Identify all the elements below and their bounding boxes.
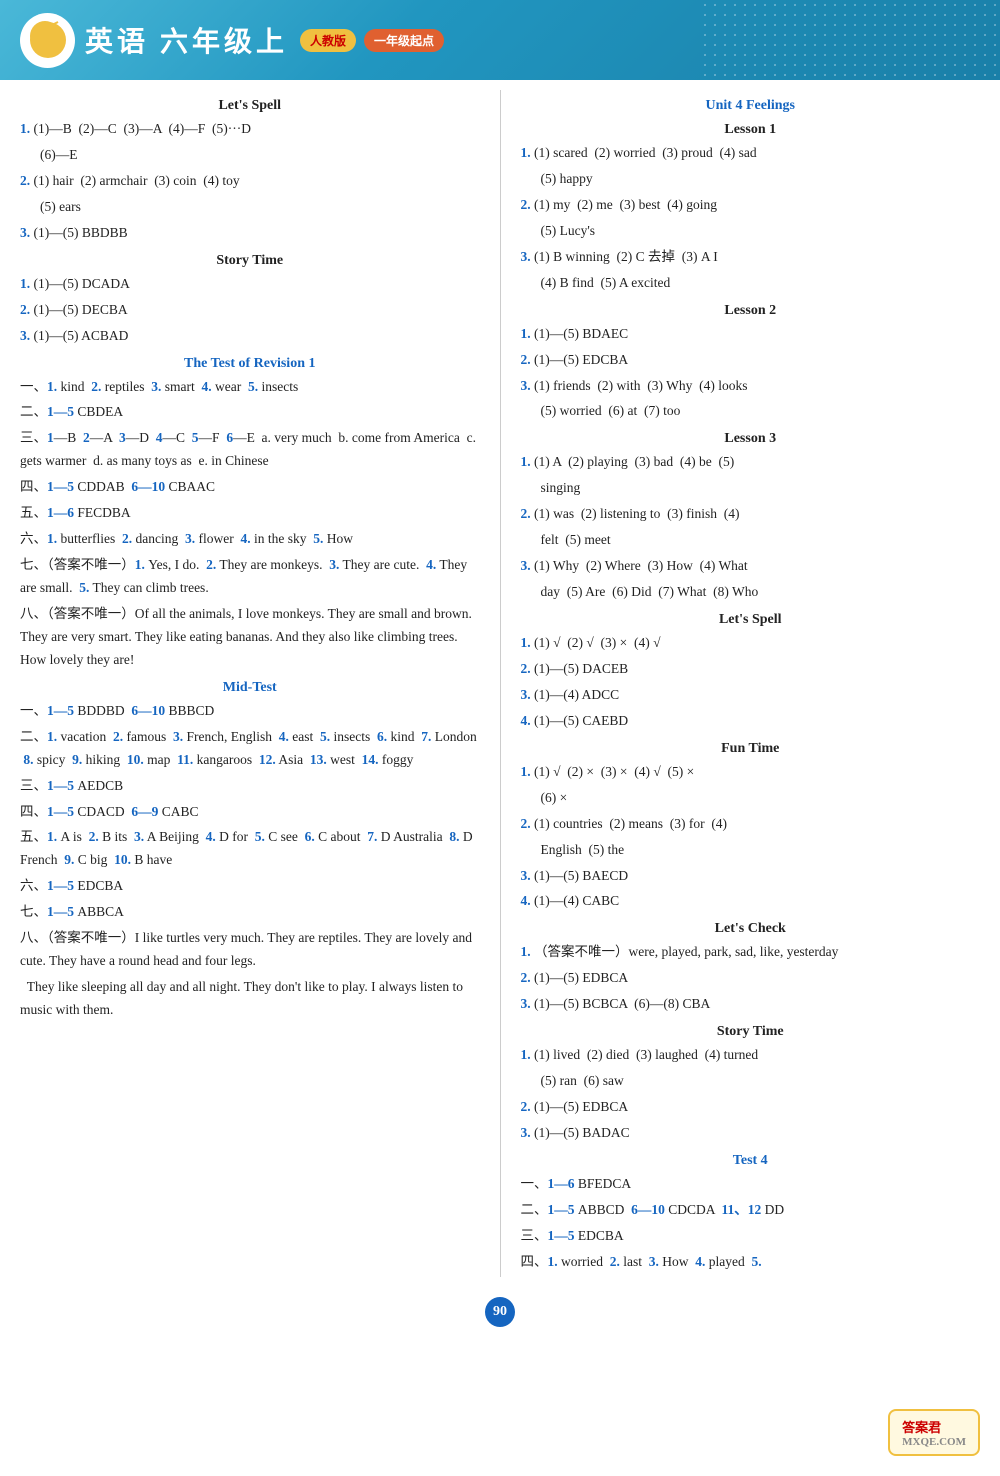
story-time-1: 1. (1)—(5) DCADA bbox=[20, 273, 480, 296]
header-badge1: 人教版 bbox=[300, 29, 356, 52]
lets-spell-2b: (5) ears bbox=[20, 196, 480, 219]
test4-4: 四、1. worried 2. last 3. How 4. played 5. bbox=[521, 1251, 981, 1274]
lesson2-3b: (5) worried (6) at (7) too bbox=[521, 400, 981, 423]
revision-4: 四、1—5 CDDAB 6—10 CBAAC bbox=[20, 476, 480, 499]
mid-test-4: 四、1—5 CDACD 6—9 CABC bbox=[20, 801, 480, 824]
mid-test-title: Mid-Test bbox=[20, 680, 480, 696]
test4-2: 二、1—5 ABBCD 6—10 CDCDA 11、12 DD bbox=[521, 1199, 981, 1222]
revision-6: 六、1. butterflies 2. dancing 3. flower 4.… bbox=[20, 528, 480, 551]
mid-test-8: 八、（答案不唯一）I like turtles very much. They … bbox=[20, 927, 480, 973]
lesson1-3b: (4) B find (5) A excited bbox=[521, 272, 981, 295]
lets-spell-2: 2. (1) hair (2) armchair (3) coin (4) to… bbox=[20, 170, 480, 193]
lesson1-title: Lesson 1 bbox=[521, 122, 981, 138]
revision-2: 二、1—5 CBDEA bbox=[20, 401, 480, 424]
story-time-2: 2. (1)—(5) DECBA bbox=[20, 299, 480, 322]
test4-title: Test 4 bbox=[521, 1153, 981, 1169]
story-time2-2: 2. (1)—(5) EDBCA bbox=[521, 1096, 981, 1119]
revision-title: The Test of Revision 1 bbox=[20, 356, 480, 372]
lets-spell-1: 1. (1)—B (2)—C (3)—A (4)—F (5)···D bbox=[20, 118, 480, 141]
fun-time-4: 4. (1)—(4) CABC bbox=[521, 890, 981, 913]
right-column: Unit 4 Feelings Lesson 1 1. (1) scared (… bbox=[501, 90, 981, 1277]
story-time2-3: 3. (1)—(5) BADAC bbox=[521, 1122, 981, 1145]
mid-test-3: 三、1—5 AEDCB bbox=[20, 775, 480, 798]
lets-spell-title: Let's Spell bbox=[20, 98, 480, 114]
lesson1-1: 1. (1) scared (2) worried (3) proud (4) … bbox=[521, 142, 981, 165]
fun-time-2b: English (5) the bbox=[521, 839, 981, 862]
lets-check-title: Let's Check bbox=[521, 921, 981, 937]
lets-check-1: 1. （答案不唯一）were, played, park, sad, like,… bbox=[521, 941, 981, 964]
lesson2-1: 1. (1)—(5) BDAEC bbox=[521, 323, 981, 346]
lesson3-1b: singing bbox=[521, 477, 981, 500]
revision-1: 一、1. kind 2. reptiles 3. smart 4. wear 5… bbox=[20, 376, 480, 399]
lets-spell-title2: Let's Spell bbox=[521, 612, 981, 628]
mid-test-1: 一、1—5 BDDBD 6—10 BBBCD bbox=[20, 700, 480, 723]
mid-test-7: 七、1—5 ABBCA bbox=[20, 901, 480, 924]
story-time-3: 3. (1)—(5) ACBAD bbox=[20, 325, 480, 348]
lesson1-2b: (5) Lucy's bbox=[521, 220, 981, 243]
fun-time-title: Fun Time bbox=[521, 741, 981, 757]
lesson3-2: 2. (1) was (2) listening to (3) finish (… bbox=[521, 503, 981, 526]
lets-check-3: 3. (1)—(5) BCBCA (6)—(8) CBA bbox=[521, 993, 981, 1016]
lesson2-2: 2. (1)—(5) EDCBA bbox=[521, 349, 981, 372]
lesson2-title: Lesson 2 bbox=[521, 303, 981, 319]
story-time-title: Story Time bbox=[20, 253, 480, 269]
lets-spell2-4: 4. (1)—(5) CAEBD bbox=[521, 710, 981, 733]
lets-spell2-3: 3. (1)—(4) ADCC bbox=[521, 684, 981, 707]
lets-check-2: 2. (1)—(5) EDBCA bbox=[521, 967, 981, 990]
fun-time-1: 1. (1) √ (2) × (3) × (4) √ (5) × bbox=[521, 761, 981, 784]
fun-time-2: 2. (1) countries (2) means (3) for (4) bbox=[521, 813, 981, 836]
lesson3-3: 3. (1) Why (2) Where (3) How (4) What bbox=[521, 555, 981, 578]
mid-test-5: 五、1. A is 2. B its 3. A Beijing 4. D for… bbox=[20, 826, 480, 872]
watermark-line1: 答案君 bbox=[902, 1417, 966, 1436]
lets-spell2-2: 2. (1)—(5) DACEB bbox=[521, 658, 981, 681]
story-time-title2: Story Time bbox=[521, 1024, 981, 1040]
watermark-line2: MXQE.COM bbox=[902, 1436, 966, 1448]
watermark: 答案君 MXQE.COM bbox=[888, 1409, 980, 1456]
mid-test-8b: They like sleeping all day and all night… bbox=[20, 976, 480, 1022]
revision-7: 七、（答案不唯一）1. Yes, I do. 2. They are monke… bbox=[20, 554, 480, 600]
revision-8: 八、（答案不唯一）Of all the animals, I love monk… bbox=[20, 603, 480, 672]
lesson1-1b: (5) happy bbox=[521, 168, 981, 191]
revision-5: 五、1—6 FECDBA bbox=[20, 502, 480, 525]
header-decoration bbox=[700, 0, 1000, 80]
mid-test-6: 六、1—5 EDCBA bbox=[20, 875, 480, 898]
test4-3: 三、1—5 EDCBA bbox=[521, 1225, 981, 1248]
story-time2-1: 1. (1) lived (2) died (3) laughed (4) tu… bbox=[521, 1044, 981, 1067]
lets-spell-3: 3. (1)—(5) BBDBB bbox=[20, 222, 480, 245]
header-badge2: 一年级起点 bbox=[364, 29, 444, 52]
logo bbox=[20, 13, 75, 68]
page-number: 90 bbox=[485, 1297, 515, 1327]
fun-time-1b: (6) × bbox=[521, 787, 981, 810]
test4-1: 一、1—6 BFEDCA bbox=[521, 1173, 981, 1196]
mid-test-2: 二、1. vacation 2. famous 3. French, Engli… bbox=[20, 726, 480, 772]
lesson1-3: 3. (1) B winning (2) C 去掉 (3) A I bbox=[521, 246, 981, 269]
lesson3-2b: felt (5) meet bbox=[521, 529, 981, 552]
page-number-bar: 90 bbox=[0, 1297, 1000, 1327]
lets-spell-1b: (6)—E bbox=[20, 144, 480, 167]
unit4-title: Unit 4 Feelings bbox=[521, 98, 981, 114]
left-column: Let's Spell 1. (1)—B (2)—C (3)—A (4)—F (… bbox=[20, 90, 501, 1277]
revision-3: 三、1—B 2—A 3—D 4—C 5—F 6—E a. very much b… bbox=[20, 427, 480, 473]
header-title: 英语 六年级上 bbox=[85, 20, 288, 60]
lesson3-title: Lesson 3 bbox=[521, 431, 981, 447]
story-time2-1b: (5) ran (6) saw bbox=[521, 1070, 981, 1093]
lesson3-3b: day (5) Are (6) Did (7) What (8) Who bbox=[521, 581, 981, 604]
fun-time-3: 3. (1)—(5) BAECD bbox=[521, 865, 981, 888]
lets-spell2-1: 1. (1) √ (2) √ (3) × (4) √ bbox=[521, 632, 981, 655]
page-header: 英语 六年级上 人教版 一年级起点 bbox=[0, 0, 1000, 80]
lesson1-2: 2. (1) my (2) me (3) best (4) going bbox=[521, 194, 981, 217]
lesson3-1: 1. (1) A (2) playing (3) bad (4) be (5) bbox=[521, 451, 981, 474]
main-content: Let's Spell 1. (1)—B (2)—C (3)—A (4)—F (… bbox=[0, 80, 1000, 1287]
lesson2-3: 3. (1) friends (2) with (3) Why (4) look… bbox=[521, 375, 981, 398]
